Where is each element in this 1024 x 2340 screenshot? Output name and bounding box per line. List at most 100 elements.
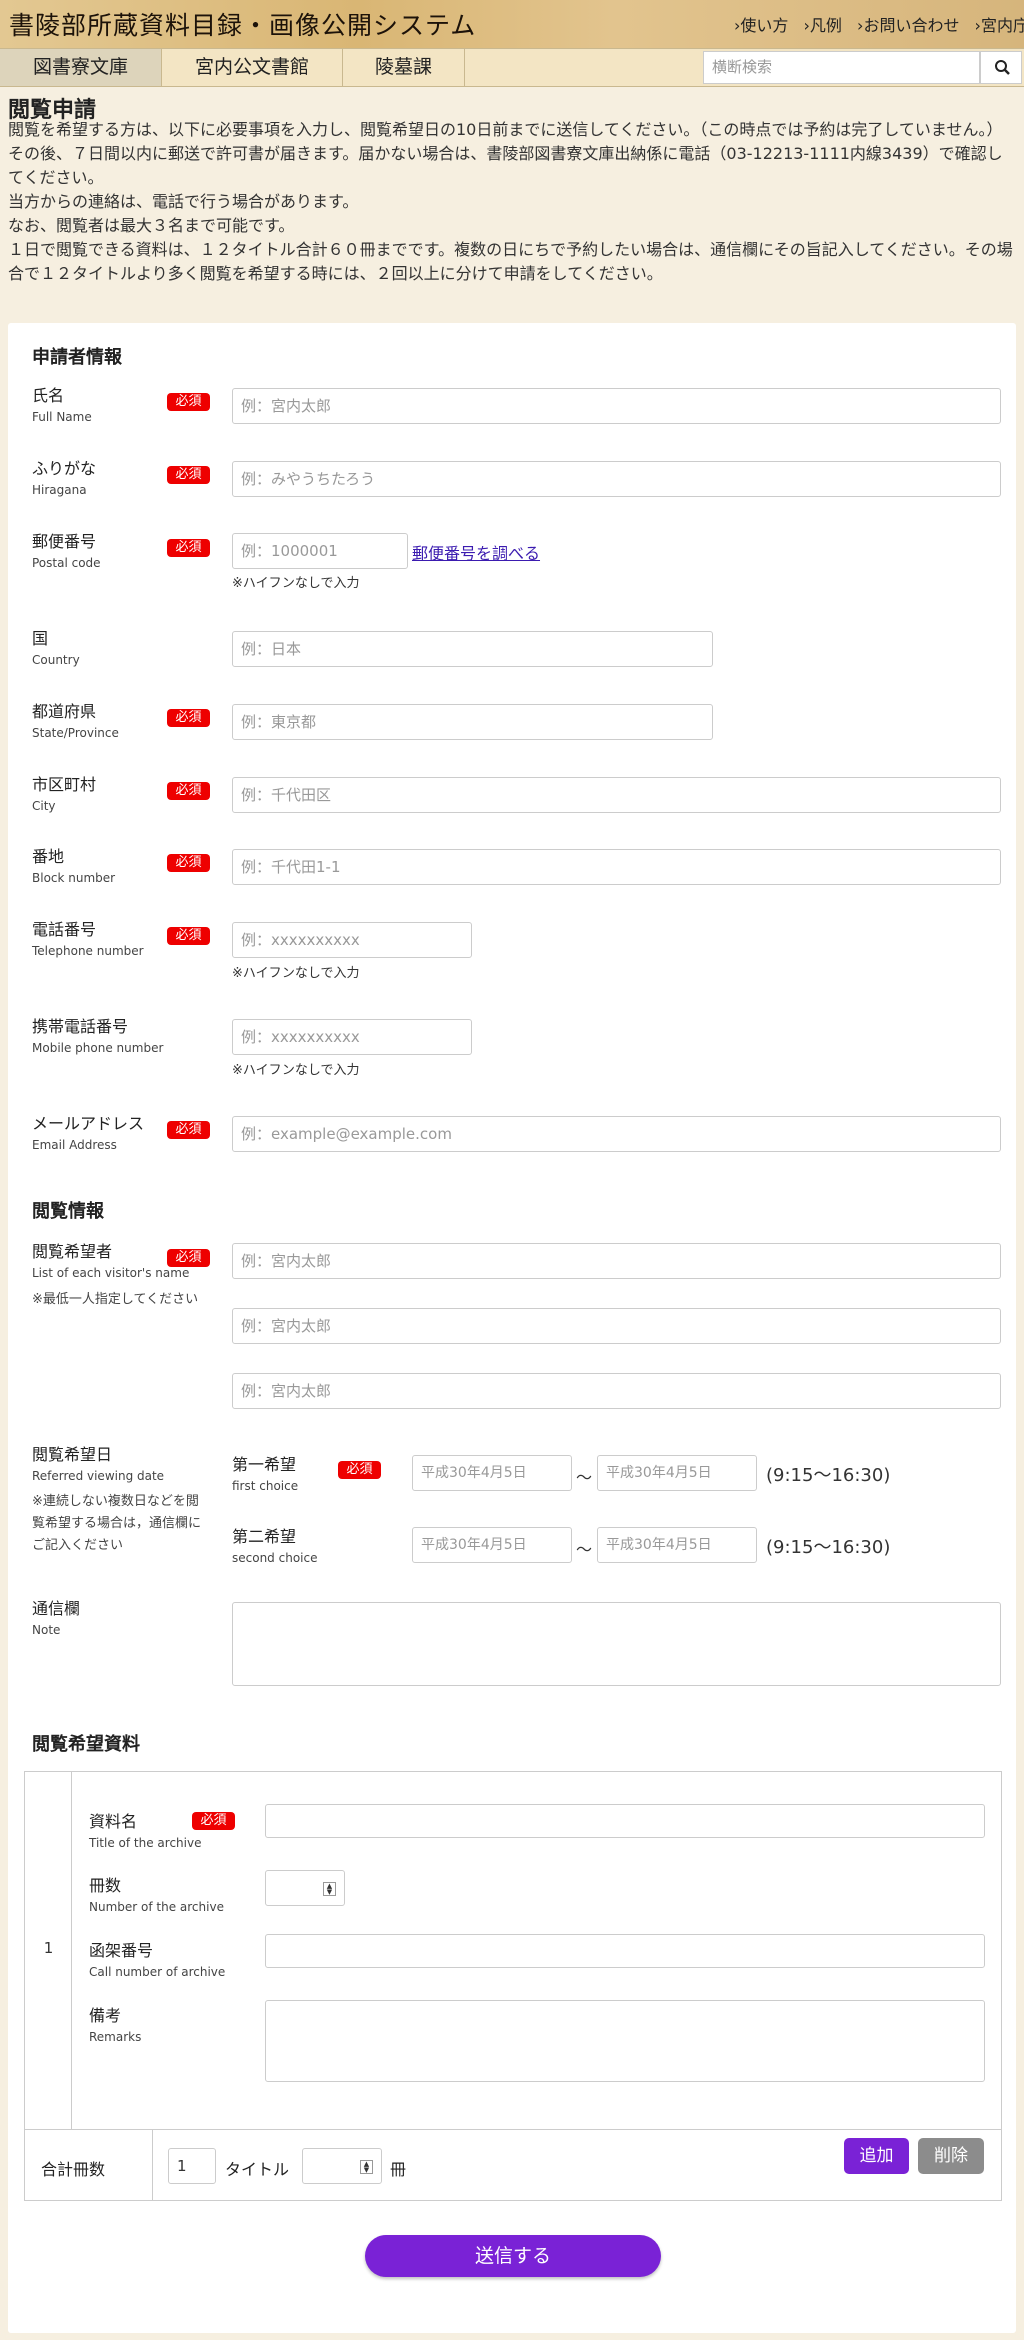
visitor-input-2[interactable]: 例：宮内太郎 [232, 1308, 1001, 1344]
name-label: 氏名 [32, 386, 65, 405]
name-sublabel: Full Name [32, 410, 92, 424]
phone-sublabel: Telephone number [32, 944, 144, 958]
delete-row-button[interactable]: 削除 [918, 2138, 984, 2174]
call-number-label: 函架番号 [89, 1941, 154, 1960]
block-input[interactable]: 例：千代田1-1 [232, 849, 1001, 885]
visitor-input-1[interactable]: 例：宮内太郎 [232, 1243, 1001, 1279]
kana-label: ふりがな [32, 459, 97, 478]
block-label: 番地 [32, 847, 65, 866]
required-badge: 必須 [167, 927, 210, 945]
tab-library[interactable]: 図書寮文庫 [0, 49, 162, 86]
postal-input[interactable]: 例：1000001 [232, 533, 408, 569]
postal-lookup-link[interactable]: 郵便番号を調べる [412, 540, 540, 564]
date-label: 閲覧希望日 [32, 1445, 113, 1464]
required-badge: 必須 [167, 539, 210, 557]
intro-text: 閲覧を希望する方は、以下に必要事項を入力し、閲覧希望日の10日前までに送信してく… [8, 118, 1018, 286]
second-choice-sublabel: second choice [232, 1551, 318, 1565]
note-textarea[interactable] [232, 1602, 1001, 1686]
remarks-textarea[interactable] [265, 2000, 985, 2082]
row-number-cell: 1 [25, 1772, 72, 2129]
submit-button[interactable]: 送信する [365, 2235, 661, 2277]
mobile-input[interactable]: 例：xxxxxxxxxx [232, 1019, 472, 1055]
note-sublabel: Note [32, 1623, 61, 1637]
required-badge: 必須 [167, 782, 210, 800]
site-title[interactable]: 書陵部所蔵資料目録・画像公開システム [9, 6, 476, 42]
contact-link[interactable]: ›お問い合わせ [857, 16, 959, 34]
phone-note: ※ハイフンなしで入力 [232, 966, 360, 981]
archive-count-stepper[interactable]: ▲ ▼ [265, 1870, 345, 1906]
date-range-separator: 〜 [576, 1540, 593, 1559]
intro-paragraph: 当方からの連絡は、電話で行う場合があります。 [8, 192, 359, 211]
opening-hours: (9:15〜16:30) [766, 1537, 891, 1558]
country-sublabel: Country [32, 653, 80, 667]
postal-note: ※ハイフンなしで入力 [232, 576, 360, 591]
required-badge: 必須 [338, 1461, 381, 1479]
tab-archives[interactable]: 宮内公文書館 [162, 49, 343, 86]
date-note: ご記入ください [32, 1538, 124, 1553]
city-input[interactable]: 例：千代田区 [232, 777, 1001, 813]
site-header: 書陵部所蔵資料目録・画像公開システム ›使い方 ›凡例 ›お問い合わせ ›宮内庁 [0, 0, 1024, 48]
archive-count-label: 冊数 [89, 1876, 122, 1895]
first-choice-sublabel: first choice [232, 1479, 299, 1493]
mobile-label: 携帯電話番号 [32, 1017, 129, 1036]
divider [25, 2129, 1001, 2130]
legend-link[interactable]: ›凡例 [804, 16, 842, 34]
state-sublabel: State/Province [32, 726, 119, 740]
archive-title-label: 資料名 [89, 1812, 138, 1831]
first-choice-start-date[interactable]: 平成30年4月5日 [412, 1455, 572, 1491]
date-note: ※連続しない複数日などを閲 [32, 1494, 199, 1509]
first-choice-label: 第一希望 [232, 1455, 297, 1474]
agency-link[interactable]: ›宮内庁 [975, 16, 1024, 34]
kana-input[interactable]: 例：みやうちたろう [232, 461, 1001, 497]
opening-hours: (9:15〜16:30) [766, 1465, 891, 1486]
intro-paragraph: 閲覧を希望する方は、以下に必要事項を入力し、閲覧希望日の10日前までに送信してく… [8, 120, 1003, 139]
note-label: 通信欄 [32, 1599, 81, 1618]
stepper-arrows-icon[interactable]: ▲ ▼ [323, 1882, 336, 1896]
main-nav: 図書寮文庫 宮内公文書館 陵墓課 横断検索 [0, 48, 1024, 87]
second-choice-start-date[interactable]: 平成30年4月5日 [412, 1527, 572, 1563]
email-input[interactable]: 例：example@example.com [232, 1116, 1001, 1152]
visitors-label: 閲覧希望者 [32, 1242, 113, 1261]
required-badge: 必須 [167, 1249, 210, 1267]
city-sublabel: City [32, 799, 56, 813]
call-number-input[interactable] [265, 1934, 985, 1968]
postal-label: 郵便番号 [32, 532, 97, 551]
total-titles-input[interactable]: 1 [168, 2148, 216, 2184]
total-volumes-stepper[interactable]: ▲ ▼ [302, 2148, 382, 2184]
date-sublabel: Referred viewing date [32, 1469, 165, 1483]
archive-count-sublabel: Number of the archive [89, 1900, 224, 1914]
remarks-sublabel: Remarks [89, 2030, 142, 2044]
applicant-heading: 申請者情報 [32, 347, 122, 368]
tab-mausoleum[interactable]: 陵墓課 [343, 49, 465, 86]
state-input[interactable]: 例：東京都 [232, 704, 713, 740]
country-input[interactable]: 例：日本 [232, 631, 713, 667]
intro-paragraph: １日で閲覧できる資料は、１２タイトル合計６０冊までです。複数の日にちで予約したい… [8, 240, 1013, 283]
required-badge: 必須 [192, 1812, 235, 1830]
visitor-input-3[interactable]: 例：宮内太郎 [232, 1373, 1001, 1409]
visitors-note: ※最低一人指定してください [32, 1292, 199, 1307]
help-link[interactable]: ›使い方 [734, 16, 788, 34]
archive-title-input[interactable] [265, 1804, 985, 1838]
required-badge: 必須 [167, 709, 210, 727]
stepper-arrows-icon[interactable]: ▲ ▼ [360, 2160, 373, 2174]
required-badge: 必須 [167, 1121, 210, 1139]
state-label: 都道府県 [32, 702, 97, 721]
phone-input[interactable]: 例：xxxxxxxxxx [232, 922, 472, 958]
materials-heading: 閲覧希望資料 [32, 1734, 140, 1755]
city-label: 市区町村 [32, 775, 97, 794]
second-choice-end-date[interactable]: 平成30年4月5日 [597, 1527, 757, 1563]
total-label: 合計冊数 [41, 2160, 106, 2179]
volumes-unit: 冊 [390, 2160, 407, 2179]
header-links: ›使い方 ›凡例 ›お問い合わせ ›宮内庁 [724, 12, 1024, 34]
add-row-button[interactable]: 追加 [844, 2138, 909, 2174]
intro-paragraph: なお、閲覧者は最大３名まで可能です。 [8, 216, 295, 235]
remarks-label: 備考 [89, 2006, 122, 2025]
divider [152, 2129, 153, 2200]
name-input[interactable]: 例：宮内太郎 [232, 388, 1001, 424]
search-button[interactable] [980, 51, 1022, 84]
titles-unit: タイトル [225, 2160, 290, 2179]
search-input[interactable]: 横断検索 [703, 51, 980, 84]
search-icon [995, 60, 1010, 75]
date-note: 覧希望する場合は，通信欄に [32, 1516, 202, 1531]
first-choice-end-date[interactable]: 平成30年4月5日 [597, 1455, 757, 1491]
